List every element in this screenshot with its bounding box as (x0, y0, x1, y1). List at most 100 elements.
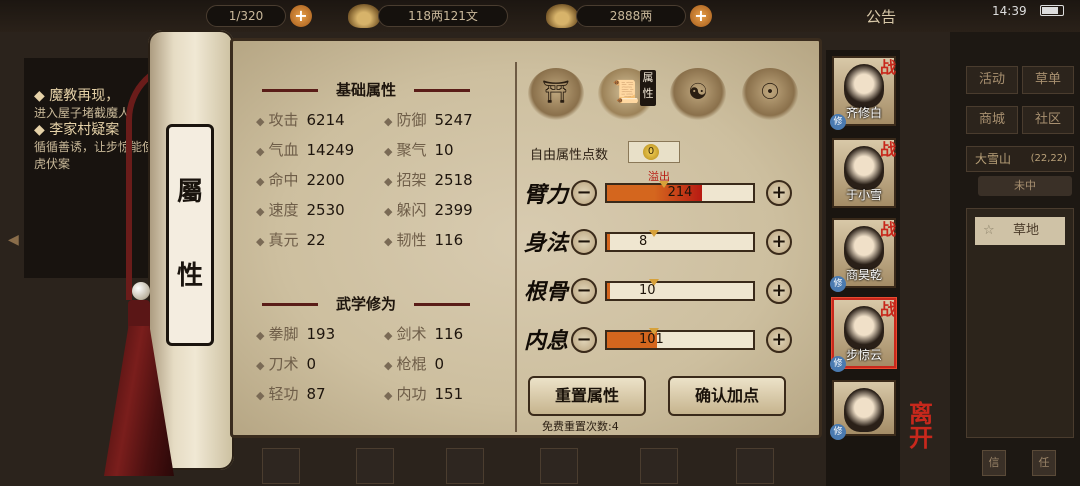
stat-value: 10 (434, 141, 454, 159)
task-button[interactable]: 任 (1032, 450, 1056, 476)
battle-badge: 战 (879, 140, 896, 159)
region-coords: (22,22) (1030, 153, 1067, 164)
stat-value: 2518 (434, 171, 473, 189)
tab-attributes-badge: 属性 (640, 70, 656, 106)
stat-toughness: ◆ 韧性 116 (384, 230, 463, 250)
confirm-points-button[interactable]: 确认加点 (668, 376, 786, 416)
stat-parry: ◆ 招架 2518 (384, 170, 473, 190)
reset-attributes-button[interactable]: 重置属性 (528, 376, 646, 416)
inner-breath-plus-button[interactable]: + (766, 327, 792, 353)
stat-value: 0 (306, 355, 317, 373)
character-name: 于小雪 (845, 188, 882, 202)
community-button[interactable]: 社区 (1022, 106, 1074, 134)
toolbar-slot-1[interactable] (262, 448, 300, 484)
agility-plus-button[interactable]: + (766, 229, 792, 255)
announcement-button[interactable]: 公告 (866, 6, 896, 27)
activity-button[interactable]: 活动 (966, 66, 1018, 94)
stat-label: 剑术 (396, 325, 427, 343)
stat-dodge: ◆ 躲闪 2399 (384, 200, 473, 220)
battle-badge: 战 (879, 300, 896, 319)
herb-list-button[interactable]: 草单 (1022, 66, 1074, 94)
collapse-left-arrow-icon[interactable]: ◀ (8, 232, 22, 254)
tab-bagua[interactable]: ☯ (670, 68, 726, 120)
inner-breath-value: 101 (639, 332, 664, 347)
diamond-icon: ◆ (384, 359, 393, 372)
terrain-item[interactable]: ☆ 草地 (975, 217, 1065, 245)
martial-attributes-title: 武学修为 (256, 292, 476, 316)
inner-breath-minus-button[interactable]: − (571, 327, 597, 353)
stat-value: 116 (434, 231, 464, 249)
stat-label: 内功 (396, 385, 427, 403)
stat-speed: ◆ 速度 2530 (256, 200, 345, 220)
strength-value: 214 (667, 185, 693, 200)
agility-minus-button[interactable]: − (571, 229, 597, 255)
stat-value: 22 (306, 231, 326, 249)
stat-value: 5247 (434, 111, 473, 129)
star-icon: ☆ (983, 223, 995, 238)
character-portrait (844, 64, 884, 108)
tab-equipment[interactable]: ⛩ (528, 68, 584, 120)
stat-label: 命中 (268, 171, 299, 189)
stat-lightness: ◆ 轻功 87 (256, 384, 326, 404)
character-portrait (844, 146, 884, 190)
stat-true-essence: ◆ 真元 22 (256, 230, 326, 250)
attr-constitution-label: 根骨 (524, 279, 569, 305)
jade-bead-icon (132, 282, 150, 300)
scroll-title-char-1: 屬 (176, 177, 203, 207)
leave-button[interactable]: 离开 (904, 402, 938, 450)
diamond-icon: ◆ (384, 389, 393, 402)
character-card[interactable]: 修 (830, 380, 896, 440)
scroll-title-plaque: 屬 性 (166, 124, 214, 346)
toolbar-slot-5[interactable] (640, 448, 678, 484)
status-indicator: 未中 (978, 176, 1072, 196)
diamond-icon: ◆ (256, 175, 265, 188)
toolbar-slot-3[interactable] (446, 448, 484, 484)
agility-bar: 8 (605, 230, 755, 252)
terrain-panel: ☆ 草地 (966, 208, 1074, 438)
region-indicator[interactable]: 大雪山 (22,22) (966, 146, 1074, 172)
toolbar-slot-2[interactable] (356, 448, 394, 484)
capacity-plus-button[interactable]: + (290, 5, 312, 27)
stat-label: 防御 (396, 111, 427, 129)
stat-value: 0 (434, 355, 445, 373)
free-points-value: 0 (643, 144, 659, 160)
diamond-icon: ◆ (384, 115, 393, 128)
quest-1-title-text: 魔教再现， (49, 88, 120, 104)
stat-fist: ◆ 拳脚 193 (256, 324, 335, 344)
character-card[interactable]: 齐修白 战 修 (830, 56, 896, 130)
constitution-plus-button[interactable]: + (766, 278, 792, 304)
toolbar-slot-4[interactable] (540, 448, 578, 484)
stat-spear: ◆ 枪棍 0 (384, 354, 444, 374)
scroll-title-char-2: 性 (176, 261, 203, 291)
top-resource-bar: 1/320 + 118两121文 2888两 + 公告 14:39 (0, 0, 1080, 32)
tassel-knot (128, 300, 150, 330)
stat-blade: ◆ 刀术 0 (256, 354, 316, 374)
free-reset-count: 免费重置次数:4 (542, 420, 619, 433)
silver-value: 118两121文 (408, 9, 478, 23)
shop-button[interactable]: 商城 (966, 106, 1018, 134)
letter-button[interactable]: 信 (982, 450, 1006, 476)
battle-badge: 战 (879, 58, 896, 77)
diamond-icon: ◆ (256, 205, 265, 218)
stat-label: 枪棍 (396, 355, 427, 373)
constitution-minus-button[interactable]: − (571, 278, 597, 304)
cultivation-badge: 修 (830, 356, 846, 372)
stat-value: 151 (434, 385, 464, 403)
stat-focus: ◆ 聚气 10 (384, 140, 454, 160)
character-card[interactable]: 于小雪 战 (832, 138, 896, 208)
character-card-selected[interactable]: 步惊云 战 修 (830, 298, 896, 372)
gold-plus-button[interactable]: + (690, 5, 712, 27)
diamond-icon: ◆ (384, 235, 393, 248)
tab-meridians[interactable]: ☉ (742, 68, 798, 120)
stat-hp: ◆ 气血 14249 (256, 140, 354, 160)
diamond-icon: ◆ (384, 329, 393, 342)
straw-hat-icon: ⛩ (542, 80, 570, 105)
free-points-box: 0 (628, 141, 680, 163)
toolbar-slot-6[interactable] (736, 448, 774, 484)
attr-strength-label: 臂力 (524, 182, 569, 208)
character-card[interactable]: 商昊乾 战 修 (830, 218, 896, 292)
strength-plus-button[interactable]: + (766, 180, 792, 206)
stat-label: 真元 (268, 231, 299, 249)
stat-inner: ◆ 内功 151 (384, 384, 463, 404)
strength-minus-button[interactable]: − (571, 180, 597, 206)
